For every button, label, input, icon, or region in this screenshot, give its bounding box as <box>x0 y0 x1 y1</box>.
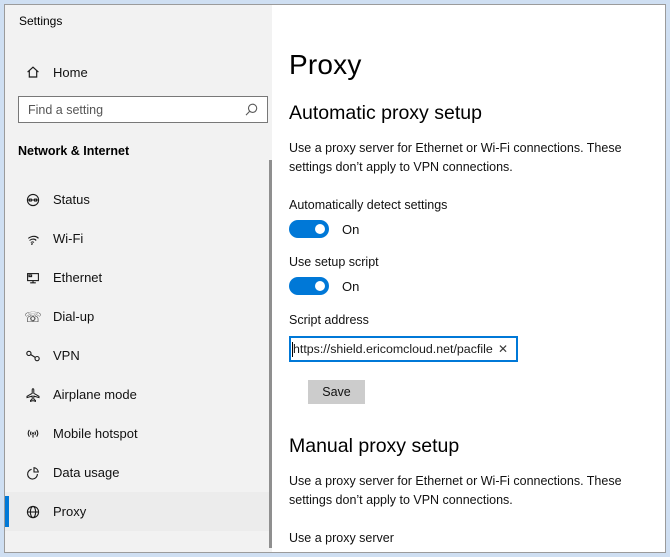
home-icon <box>25 64 41 80</box>
use-setup-script-toggle[interactable] <box>289 277 329 295</box>
auto-detect-label: Automatically detect settings <box>289 198 665 212</box>
sidebar-item-vpn[interactable]: VPN <box>5 336 272 375</box>
sidebar-item-status[interactable]: Status <box>5 180 272 219</box>
sidebar-item-proxy[interactable]: Proxy <box>5 492 272 531</box>
search-box[interactable] <box>18 96 268 123</box>
automatic-proxy-heading: Automatic proxy setup <box>289 102 665 125</box>
status-globe-icon <box>25 192 41 208</box>
sidebar-home-label: Home <box>53 65 88 80</box>
sidebar-item-ethernet[interactable]: Ethernet <box>5 258 272 297</box>
automatic-proxy-description: Use a proxy server for Ethernet or Wi-Fi… <box>289 139 663 176</box>
selected-accent-bar <box>5 496 9 527</box>
auto-detect-state: On <box>342 222 359 237</box>
sidebar-item-mobile-hotspot[interactable]: Mobile hotspot <box>5 414 272 453</box>
toggle-knob <box>315 281 325 291</box>
sidebar-item-dialup[interactable]: ☏ Dial-up <box>5 297 272 336</box>
script-address-input[interactable]: https://shield.ericomcloud.net/pacfile ✕ <box>289 336 518 362</box>
dialup-phone-icon: ☏ <box>25 309 41 325</box>
sidebar-section-title: Network & Internet <box>18 144 272 158</box>
settings-window-frame: Settings Home <box>0 0 670 557</box>
sidebar-item-airplane-mode[interactable]: Airplane mode <box>5 375 272 414</box>
use-proxy-server-label: Use a proxy server <box>289 531 665 545</box>
use-setup-script-state: On <box>342 279 359 294</box>
auto-detect-toggle[interactable] <box>289 220 329 238</box>
clear-input-icon[interactable]: ✕ <box>494 342 512 356</box>
page-title: Proxy <box>289 49 665 81</box>
use-setup-script-toggle-row: On <box>289 277 665 295</box>
manual-proxy-description: Use a proxy server for Ethernet or Wi-Fi… <box>289 472 663 509</box>
use-setup-script-label: Use setup script <box>289 255 665 269</box>
script-address-label: Script address <box>289 313 665 327</box>
sidebar-item-data-usage[interactable]: Data usage <box>5 453 272 492</box>
save-button[interactable]: Save <box>308 380 365 404</box>
sidebar-item-home[interactable]: Home <box>5 54 272 90</box>
script-address-value: https://shield.ericomcloud.net/pacfile <box>293 342 494 356</box>
data-usage-pie-icon <box>25 465 41 481</box>
ethernet-icon <box>25 270 41 286</box>
window-title: Settings <box>5 5 272 28</box>
hotspot-icon <box>25 426 41 442</box>
proxy-settings-page: Proxy Automatic proxy setup Use a proxy … <box>272 5 665 552</box>
manual-proxy-heading: Manual proxy setup <box>289 435 665 458</box>
settings-window: Settings Home <box>4 4 666 553</box>
sidebar-scrollbar-thumb[interactable] <box>269 160 272 548</box>
toggle-knob <box>315 224 325 234</box>
wifi-icon <box>25 231 41 247</box>
vpn-icon <box>25 348 41 364</box>
proxy-globe-icon <box>25 504 41 520</box>
sidebar-item-wifi[interactable]: Wi-Fi <box>5 219 272 258</box>
auto-detect-toggle-row: On <box>289 220 665 238</box>
search-input[interactable] <box>28 103 243 117</box>
sidebar-nav: Status Wi-Fi <box>5 180 272 531</box>
search-icon <box>243 102 259 118</box>
airplane-icon <box>25 387 41 403</box>
sidebar: Settings Home <box>5 5 272 552</box>
